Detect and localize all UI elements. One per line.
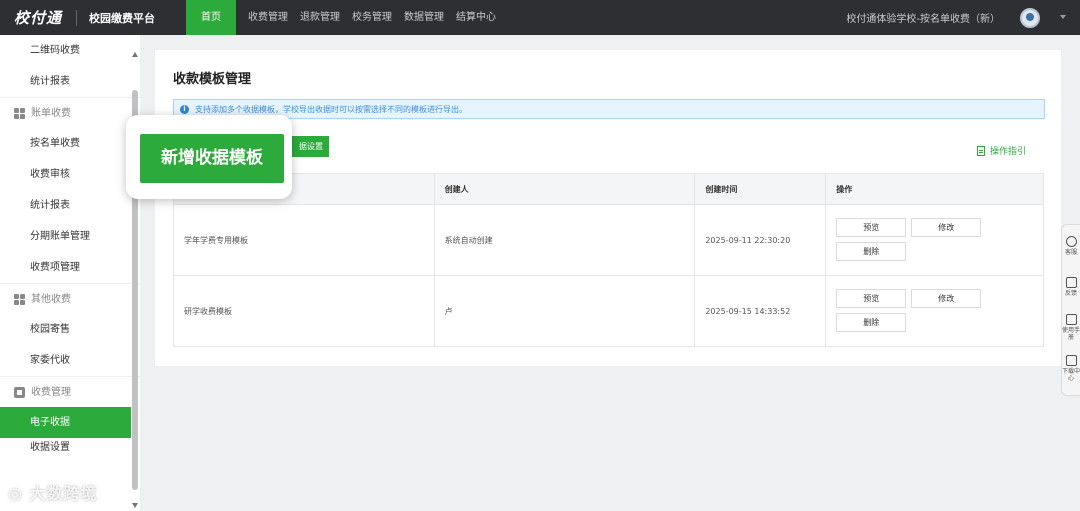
sidebar: 二维码收费 统计报表 账单收费 按名单收费 收费审核 统计报表 分期账单管理 收… bbox=[0, 35, 140, 511]
template-created-time: 2025-09-11 22:30:20 bbox=[694, 204, 827, 276]
template-created-time: 2025-09-15 14:33:52 bbox=[694, 275, 827, 347]
template-creator: 卢 bbox=[434, 275, 696, 347]
book-icon bbox=[1065, 314, 1077, 325]
scroll-down-arrow-icon[interactable] bbox=[132, 503, 138, 508]
top-right-area: 校付通体验学校-按名单收费（新） bbox=[846, 0, 1080, 35]
feedback-tool[interactable]: 反馈 bbox=[1062, 266, 1080, 307]
column-header-time: 创建时间 bbox=[694, 173, 827, 205]
highlight-callout: 新增收据模板 bbox=[126, 115, 292, 199]
sidebar-item-stats-report[interactable]: 统计报表 bbox=[0, 66, 140, 97]
page-title: 收款模板管理 bbox=[173, 72, 252, 87]
template-creator: 系统自动创建 bbox=[434, 204, 696, 276]
tool-label: 使用手册 bbox=[1062, 327, 1080, 341]
customer-service-tool[interactable]: 客服 bbox=[1062, 225, 1080, 266]
sidebar-item-list-fee[interactable]: 按名单收费 bbox=[0, 128, 140, 159]
sidebar-group-label: 其他收费 bbox=[31, 293, 71, 305]
table-row: 学年学费专用模板 系统自动创建 2025-09-11 22:30:20 预览 修… bbox=[173, 204, 1044, 276]
sidebar-group-label: 账单收费 bbox=[31, 107, 71, 119]
sidebar-group-label: 收费管理 bbox=[31, 386, 71, 398]
scroll-up-arrow-icon[interactable] bbox=[132, 52, 138, 57]
actions-cell: 预览 修改 删除 bbox=[836, 276, 1043, 346]
edit-button[interactable]: 修改 bbox=[911, 218, 982, 237]
info-tip: i 支持添加多个收据模板，学校导出收据时可以按需选择不同的模板进行导出。 bbox=[173, 99, 1045, 119]
column-header-actions: 操作 bbox=[825, 173, 1044, 205]
operation-guide-link[interactable]: 操作指引 bbox=[977, 144, 1026, 157]
actions-cell: 预览 修改 删除 bbox=[836, 205, 1043, 275]
nav-data-management[interactable]: 数据管理 bbox=[398, 0, 450, 35]
floating-toolbar: 客服 反馈 使用手册 下载中心 bbox=[1061, 224, 1080, 396]
module-icon bbox=[14, 386, 25, 398]
template-actions: 预览 修改 删除 bbox=[825, 204, 1044, 276]
info-tip-text: 支持添加多个收据模板，学校导出收据时可以按需选择不同的模板进行导出。 bbox=[195, 104, 467, 114]
sidebar-item-parent-committee[interactable]: 家委代收 bbox=[0, 345, 140, 376]
table-row: 研学收费模板 卢 2025-09-15 14:33:52 预览 修改 删除 bbox=[173, 275, 1044, 347]
edit-icon bbox=[1065, 276, 1077, 288]
operation-guide-label: 操作指引 bbox=[990, 147, 1027, 157]
download-icon bbox=[1065, 355, 1077, 366]
sidebar-item-fee-items[interactable]: 收费项管理 bbox=[0, 252, 140, 283]
template-name: 学年学费专用模板 bbox=[173, 204, 435, 276]
delete-button[interactable]: 删除 bbox=[836, 313, 907, 332]
sidebar-group-bill-fee[interactable]: 账单收费 bbox=[0, 97, 140, 128]
grid-icon bbox=[14, 107, 25, 119]
school-name[interactable]: 校付通体验学校-按名单收费（新） bbox=[846, 10, 1000, 25]
preview-button[interactable]: 预览 bbox=[836, 218, 907, 237]
chevron-down-icon[interactable] bbox=[1060, 15, 1066, 19]
nav-school-affairs[interactable]: 校务管理 bbox=[346, 0, 398, 35]
template-table: 创建人 创建时间 操作 学年学费专用模板 系统自动创建 2025-09-11 2… bbox=[173, 173, 1044, 347]
sidebar-item-fee-review[interactable]: 收费审核 bbox=[0, 159, 140, 190]
grid-icon bbox=[14, 293, 25, 305]
sidebar-item-campus-consignment[interactable]: 校园寄售 bbox=[0, 314, 140, 345]
column-header-creator: 创建人 bbox=[434, 173, 696, 205]
nav-fee-management[interactable]: 收费管理 bbox=[242, 0, 294, 35]
headset-icon bbox=[1065, 235, 1077, 247]
top-bar: 校付通 校园缴费平台 首页 收费管理 退款管理 校务管理 数据管理 结算中心 校… bbox=[0, 0, 1080, 35]
platform-title: 校园缴费平台 bbox=[89, 11, 155, 25]
sidebar-item-installment-bills[interactable]: 分期账单管理 bbox=[0, 221, 140, 252]
top-nav: 首页 收费管理 退款管理 校务管理 数据管理 结算中心 bbox=[186, 0, 502, 35]
add-template-button[interactable]: 新增收据模板 bbox=[140, 134, 284, 183]
avatar[interactable] bbox=[1020, 7, 1040, 28]
nav-home[interactable]: 首页 bbox=[186, 0, 236, 35]
logo-divider bbox=[76, 9, 77, 26]
preview-button[interactable]: 预览 bbox=[836, 289, 907, 308]
document-icon bbox=[977, 145, 985, 156]
app-logo[interactable]: 校付通 bbox=[0, 0, 68, 35]
edit-button[interactable]: 修改 bbox=[911, 289, 982, 308]
table-header-row: 创建人 创建时间 操作 bbox=[173, 173, 1044, 205]
nav-refund-management[interactable]: 退款管理 bbox=[294, 0, 346, 35]
user-manual-tool[interactable]: 使用手册 bbox=[1062, 307, 1080, 348]
sidebar-group-fee-management[interactable]: 收费管理 bbox=[0, 376, 140, 407]
template-actions: 预览 修改 删除 bbox=[825, 275, 1044, 347]
sidebar-item-receipt-settings[interactable]: 收据设置 bbox=[0, 438, 140, 458]
sidebar-item-e-receipt[interactable]: 电子收据 bbox=[0, 407, 131, 438]
tool-label: 客服 bbox=[1064, 248, 1077, 256]
tool-label: 反馈 bbox=[1064, 289, 1077, 297]
sidebar-group-other-fee[interactable]: 其他收费 bbox=[0, 283, 140, 314]
main-panel: 收款模板管理 i 支持添加多个收据模板，学校导出收据时可以按需选择不同的模板进行… bbox=[155, 50, 1061, 366]
sidebar-item-stats-report-2[interactable]: 统计报表 bbox=[0, 190, 140, 221]
template-name: 研学收费模板 bbox=[173, 275, 435, 347]
nav-settlement-center[interactable]: 结算中心 bbox=[450, 0, 502, 35]
tool-label: 下载中心 bbox=[1062, 368, 1080, 382]
delete-button[interactable]: 删除 bbox=[836, 242, 907, 261]
download-center-tool[interactable]: 下载中心 bbox=[1062, 348, 1080, 389]
watermark: ◎ 大数跨境 bbox=[8, 484, 98, 503]
sidebar-item-qrcode-fee[interactable]: 二维码收费 bbox=[0, 35, 140, 66]
info-icon: i bbox=[180, 104, 189, 114]
